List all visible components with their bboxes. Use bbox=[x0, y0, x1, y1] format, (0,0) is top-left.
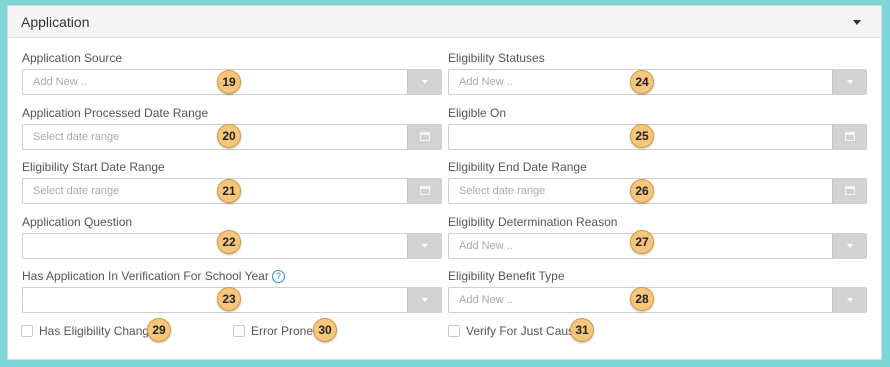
dropdown-arrow-icon[interactable] bbox=[832, 234, 866, 258]
determination-reason-placeholder: Add New .. bbox=[459, 240, 513, 252]
processed-date-range-label: Application Processed Date Range bbox=[22, 106, 209, 120]
calendar-icon bbox=[845, 132, 855, 141]
error-prone-label: Error Prone bbox=[251, 324, 314, 338]
eligible-on-label: Eligible On bbox=[448, 106, 507, 120]
checkbox-box[interactable] bbox=[448, 325, 460, 337]
calendar-button[interactable] bbox=[407, 179, 441, 203]
error-prone-checkbox[interactable]: Error Prone bbox=[233, 324, 313, 338]
callout-badge: 21 bbox=[217, 179, 241, 203]
callout-badge: 30 bbox=[313, 318, 337, 342]
dropdown-arrow-icon[interactable] bbox=[832, 70, 866, 94]
callout-badge: 26 bbox=[630, 179, 654, 203]
dropdown-arrow-icon[interactable] bbox=[407, 288, 441, 312]
application-source-placeholder: Add New .. bbox=[33, 76, 87, 88]
dropdown-arrow-icon[interactable] bbox=[407, 234, 441, 258]
benefit-type-select[interactable]: Add New .. bbox=[448, 287, 867, 313]
determination-reason-select[interactable]: Add New .. bbox=[448, 233, 867, 259]
eligibility-statuses-placeholder: Add New .. bbox=[459, 76, 513, 88]
eligibility-start-label: Eligibility Start Date Range bbox=[22, 160, 165, 174]
eligibility-statuses-label: Eligibility Statuses bbox=[448, 51, 545, 65]
eligibility-change-checkbox[interactable]: Has Eligibility Change bbox=[21, 324, 156, 338]
calendar-icon bbox=[420, 186, 430, 195]
processed-date-range-placeholder: Select date range bbox=[33, 131, 120, 143]
callout-badge: 28 bbox=[630, 287, 654, 311]
benefit-type-label: Eligibility Benefit Type bbox=[448, 269, 565, 283]
application-question-label: Application Question bbox=[22, 215, 133, 229]
callout-badge: 31 bbox=[570, 318, 594, 342]
calendar-icon bbox=[420, 132, 430, 141]
determination-reason-label: Eligibility Determination Reason bbox=[448, 215, 618, 229]
calendar-button[interactable] bbox=[832, 125, 866, 149]
application-source-label: Application Source bbox=[22, 51, 123, 65]
benefit-type-placeholder: Add New .. bbox=[459, 294, 513, 306]
callout-badge: 23 bbox=[217, 287, 241, 311]
has-verification-label: Has Application In Verification For Scho… bbox=[22, 269, 285, 283]
dropdown-arrow-icon[interactable] bbox=[407, 70, 441, 94]
just-cause-label: Verify For Just Cause bbox=[466, 324, 581, 338]
checkbox-box[interactable] bbox=[21, 325, 33, 337]
help-icon[interactable]: ? bbox=[271, 270, 285, 283]
callout-badge: 20 bbox=[217, 124, 241, 148]
callout-badge: 22 bbox=[217, 230, 241, 254]
caret-down-icon[interactable] bbox=[853, 20, 861, 25]
calendar-icon bbox=[845, 186, 855, 195]
calendar-button[interactable] bbox=[832, 179, 866, 203]
eligibility-change-label: Has Eligibility Change bbox=[39, 324, 156, 338]
calendar-button[interactable] bbox=[407, 125, 441, 149]
eligible-on-input[interactable] bbox=[448, 124, 867, 150]
panel-header[interactable]: Application bbox=[8, 6, 881, 38]
eligibility-end-input[interactable]: Select date range bbox=[448, 178, 867, 204]
callout-badge: 25 bbox=[630, 124, 654, 148]
panel-title: Application bbox=[21, 14, 90, 30]
eligibility-end-placeholder: Select date range bbox=[459, 185, 546, 197]
has-verification-text: Has Application In Verification For Scho… bbox=[22, 269, 269, 283]
callout-badge: 24 bbox=[630, 70, 654, 94]
eligibility-start-placeholder: Select date range bbox=[33, 185, 120, 197]
callout-badge: 19 bbox=[217, 70, 241, 94]
callout-badge: 29 bbox=[147, 318, 171, 342]
just-cause-checkbox[interactable]: Verify For Just Cause bbox=[448, 324, 581, 338]
dropdown-arrow-icon[interactable] bbox=[832, 288, 866, 312]
eligibility-end-label: Eligibility End Date Range bbox=[448, 160, 587, 174]
eligibility-statuses-select[interactable]: Add New .. bbox=[448, 69, 867, 95]
checkbox-box[interactable] bbox=[233, 325, 245, 337]
callout-badge: 27 bbox=[630, 230, 654, 254]
